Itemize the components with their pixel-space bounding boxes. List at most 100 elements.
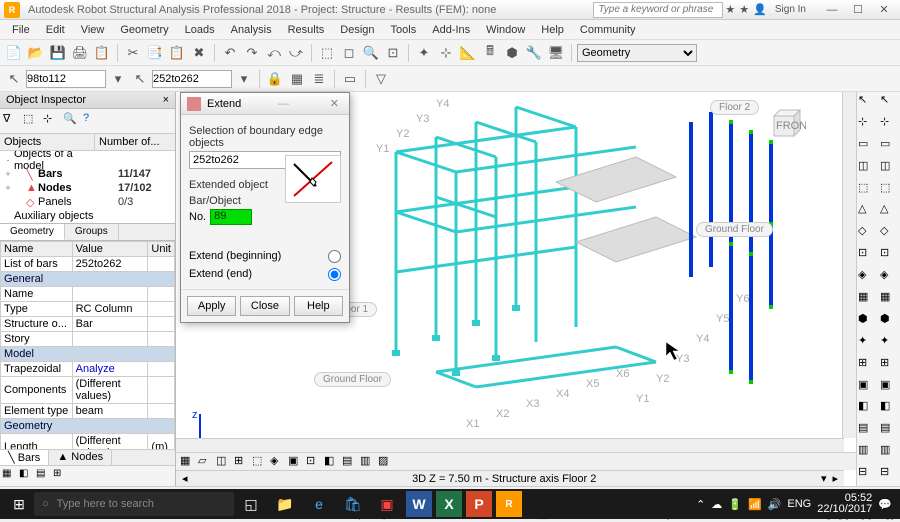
rtool-icon[interactable]: ▤	[858, 421, 878, 441]
tab-geometry[interactable]: Geometry	[0, 224, 65, 240]
rtool-icon[interactable]: △	[880, 202, 900, 222]
tray-clock[interactable]: 05:5222/10/2017	[817, 493, 872, 515]
user-icon[interactable]: 👤	[753, 3, 767, 16]
tree-row[interactable]: ◇Panels0/3	[2, 195, 173, 209]
paste-icon[interactable]: 📋	[167, 43, 187, 63]
new-icon[interactable]: 📄	[4, 43, 24, 63]
maximize-button[interactable]: ☐	[846, 2, 870, 18]
excel-icon[interactable]: X	[436, 491, 462, 517]
cut-icon[interactable]: ✂	[123, 43, 143, 63]
rtool-icon[interactable]: ⊟	[880, 465, 900, 485]
minimize-button[interactable]: —	[820, 2, 844, 18]
dialog-title-bar[interactable]: Extend — ✕	[181, 93, 349, 115]
tray-wifi-icon[interactable]: 📶	[748, 498, 762, 511]
mt-icon[interactable]: ▦	[2, 468, 18, 484]
tray-notif-icon[interactable]: 💬	[878, 498, 892, 511]
lock-icon[interactable]: 🔒	[265, 69, 285, 89]
oi-help-icon[interactable]: ?	[83, 112, 101, 130]
rtool-icon[interactable]: ◇	[880, 224, 900, 244]
rtool-icon[interactable]: ⬢	[858, 312, 878, 332]
filter-icon[interactable]: ▽	[371, 69, 391, 89]
window-icon[interactable]: ◻	[339, 43, 359, 63]
redo2-icon[interactable]: ⤻	[286, 43, 306, 63]
vt-icon[interactable]: ◫	[216, 454, 232, 470]
help-search-input[interactable]	[593, 2, 723, 18]
rtool-icon[interactable]: ⊞	[880, 356, 900, 376]
rtool-icon[interactable]: ◈	[880, 268, 900, 288]
ppt-icon[interactable]: P	[466, 491, 492, 517]
rtool-icon[interactable]: ⊹	[880, 115, 900, 135]
vt-icon[interactable]: ▣	[288, 454, 304, 470]
mt-icon[interactable]: ⊞	[53, 468, 69, 484]
calc-icon[interactable]: 🖩	[480, 43, 500, 63]
tray-lang[interactable]: ENG	[787, 498, 811, 510]
viewport-scroll-v[interactable]	[842, 92, 856, 438]
snap-icon[interactable]: ⊹	[436, 43, 456, 63]
selection-input-1[interactable]	[26, 70, 106, 88]
grid-icon[interactable]: ▦	[287, 69, 307, 89]
menu-file[interactable]: File	[4, 22, 38, 38]
rtool-icon[interactable]: ⊟	[858, 465, 878, 485]
rtool-icon[interactable]: ◧	[858, 399, 878, 419]
rtool-icon[interactable]: ◇	[858, 224, 878, 244]
menu-analysis[interactable]: Analysis	[223, 22, 280, 38]
menu-design[interactable]: Design	[332, 22, 382, 38]
app-icon[interactable]: ▣	[370, 489, 404, 519]
rtool-icon[interactable]: ◈	[858, 268, 878, 288]
rtool-icon[interactable]: ▦	[880, 290, 900, 310]
tree-row[interactable]: +╲Bars11/147	[2, 167, 173, 181]
oi-bars-icon[interactable]: ⬚	[23, 112, 41, 130]
tree-row[interactable]: Auxiliary objects	[2, 209, 173, 223]
rtool-icon[interactable]: ⬚	[880, 181, 900, 201]
vt-icon[interactable]: ⊞	[234, 454, 250, 470]
menu-add-ins[interactable]: Add-Ins	[424, 22, 478, 38]
axis-icon[interactable]: ✦	[414, 43, 434, 63]
tray-battery-icon[interactable]: 🔋	[728, 498, 742, 511]
bar-number-input[interactable]: 89	[210, 209, 252, 225]
extend-beginning-radio[interactable]	[328, 250, 341, 263]
rtool-icon[interactable]: ▦	[858, 290, 878, 310]
panel-icon[interactable]: ▭	[340, 69, 360, 89]
rtool-icon[interactable]: ⊡	[880, 246, 900, 266]
sign-in-link[interactable]: Sign In	[775, 4, 806, 15]
vt-icon[interactable]: ⊡	[306, 454, 322, 470]
explorer-icon[interactable]: 📁	[268, 489, 302, 519]
rtool-icon[interactable]: ▣	[880, 378, 900, 398]
vt-icon[interactable]: ▤	[342, 454, 358, 470]
rtool-icon[interactable]: ◫	[858, 159, 878, 179]
menu-view[interactable]: View	[73, 22, 113, 38]
rtool-icon[interactable]: ⊡	[858, 246, 878, 266]
apply-button[interactable]: Apply	[187, 296, 236, 316]
tab-groups[interactable]: Groups	[65, 224, 119, 240]
undo-icon[interactable]: ↶	[220, 43, 240, 63]
rtool-icon[interactable]: ◫	[880, 159, 900, 179]
rtool-icon[interactable]: ▥	[880, 443, 900, 463]
menu-window[interactable]: Window	[478, 22, 533, 38]
preview-icon[interactable]: 📋	[92, 43, 112, 63]
dialog-close[interactable]: ✕	[326, 97, 343, 110]
edit-selection-icon[interactable]: ⬚	[317, 43, 337, 63]
rtool-icon[interactable]: ⊞	[858, 356, 878, 376]
dropdown-icon[interactable]: ▾	[234, 69, 254, 89]
undo2-icon[interactable]: ⤺	[264, 43, 284, 63]
dropdown-icon[interactable]: ▾	[108, 69, 128, 89]
menu-edit[interactable]: Edit	[38, 22, 73, 38]
properties-grid[interactable]: NameValueUnitList of bars252to262General…	[0, 241, 175, 449]
measure-icon[interactable]: 📐	[458, 43, 478, 63]
tray-vol-icon[interactable]: 🔊	[768, 498, 782, 511]
vt-icon[interactable]: ▦	[180, 454, 196, 470]
layout-selector[interactable]: Geometry	[577, 44, 697, 62]
object-tree[interactable]: -Objects of a model+╲Bars11/147+▲Nodes17…	[0, 151, 175, 223]
tool-icon[interactable]: 🔧	[524, 43, 544, 63]
selection-input-2[interactable]	[152, 70, 232, 88]
save-icon[interactable]: 💾	[48, 43, 68, 63]
delete-icon[interactable]: ✖	[189, 43, 209, 63]
rtool-icon[interactable]: ▥	[858, 443, 878, 463]
rtool-icon[interactable]: ✦	[858, 334, 878, 354]
print-icon[interactable]: 🖨	[70, 43, 90, 63]
viewport-scroll-h[interactable]	[176, 438, 844, 452]
rtool-icon[interactable]: ↖	[880, 93, 900, 113]
rtool-icon[interactable]: ▤	[880, 421, 900, 441]
task-view-icon[interactable]: ◱	[234, 489, 268, 519]
redo-icon[interactable]: ↷	[242, 43, 262, 63]
